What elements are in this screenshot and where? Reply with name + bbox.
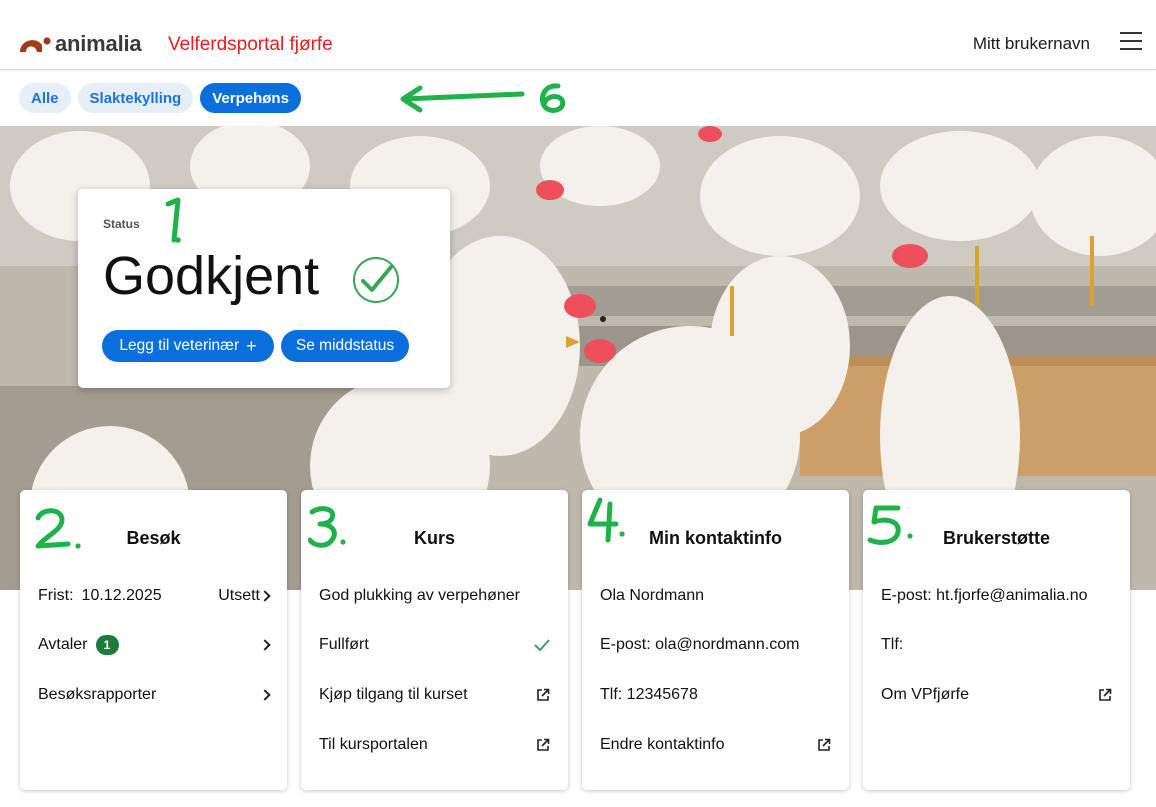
support-phone: Tlf: xyxy=(881,636,904,653)
external-link-icon xyxy=(537,738,550,751)
animalia-logo-icon xyxy=(20,37,51,52)
portal-title: Velferdsportal fjørfe xyxy=(168,34,333,55)
postpone-link[interactable]: Utsett xyxy=(218,587,271,605)
annotation-number-1 xyxy=(165,197,181,243)
contact-phone: Tlf: 12345678 xyxy=(600,686,698,703)
hamburger-icon[interactable] xyxy=(1120,32,1144,54)
add-veterinarian-label: Legg til veterinær xyxy=(119,337,240,354)
course-portal-row[interactable]: Til kursportalen xyxy=(319,733,550,757)
annotation-number-2 xyxy=(35,508,81,549)
buy-course-access-row[interactable]: Kjøp tilgang til kurset xyxy=(319,683,550,707)
appointments-label: Avtaler xyxy=(38,636,88,653)
approved-check-icon xyxy=(353,257,399,303)
deadline-row: Frist: 10.12.2025 Utsett xyxy=(38,584,271,608)
annotation-number-3 xyxy=(308,506,346,548)
about-vpfjorfe-row[interactable]: Om VPfjørfe xyxy=(881,683,1112,707)
buy-course-access-label: Kjøp tilgang til kurset xyxy=(319,686,468,703)
course-completed-label: Fullført xyxy=(319,636,369,653)
deadline-value: 10.12.2025 xyxy=(81,587,162,604)
category-filter: Alle Slaktekylling Verpehøns xyxy=(19,83,301,113)
chevron-right-icon xyxy=(259,590,271,602)
edit-contact-info-row[interactable]: Endre kontaktinfo xyxy=(600,733,831,757)
appointments-count-badge: 1 xyxy=(95,635,119,655)
filter-chip-verpehons[interactable]: Verpehøns xyxy=(200,83,301,113)
chevron-right-icon xyxy=(259,689,271,701)
annotation-number-4 xyxy=(587,497,625,543)
postpone-label: Utsett xyxy=(218,587,260,604)
course-status-row: Fullført xyxy=(319,633,550,657)
check-icon xyxy=(534,639,550,652)
chevron-right-icon xyxy=(259,639,271,651)
contact-email-row: E-post: ola@nordmann.com xyxy=(600,633,831,657)
about-vpfjorfe-label: Om VPfjørfe xyxy=(881,686,970,703)
appointments-row[interactable]: Avtaler 1 xyxy=(38,633,271,657)
support-email-row: E-post: ht.fjorfe@animalia.no xyxy=(881,584,1112,608)
status-label: Status xyxy=(103,217,140,231)
external-link-icon xyxy=(1099,688,1112,701)
support-phone-row: Tlf: xyxy=(881,633,1112,657)
deadline-label: Frist: xyxy=(38,587,74,604)
external-link-icon xyxy=(818,738,831,751)
plus-icon: + xyxy=(246,335,257,356)
course-portal-label: Til kursportalen xyxy=(319,736,428,753)
filter-chip-slaktekylling[interactable]: Slaktekylling xyxy=(77,83,194,113)
top-header: animalia Velferdsportal fjørfe Mitt bruk… xyxy=(0,0,1156,70)
external-link-icon xyxy=(537,688,550,701)
annotation-number-5 xyxy=(867,505,913,545)
contact-name: Ola Nordmann xyxy=(600,587,705,604)
contact-name-row: Ola Nordmann xyxy=(600,584,831,608)
mid-status-button[interactable]: Se middstatus xyxy=(281,330,409,362)
contact-email: E-post: ola@nordmann.com xyxy=(600,636,800,653)
filter-chip-alle[interactable]: Alle xyxy=(19,83,71,113)
support-email: E-post: ht.fjorfe@animalia.no xyxy=(881,587,1088,604)
username-link[interactable]: Mitt brukernavn xyxy=(973,34,1090,54)
logo-text: animalia xyxy=(55,31,142,56)
animalia-logo[interactable]: animalia xyxy=(18,31,142,57)
contact-phone-row: Tlf: 12345678 xyxy=(600,683,831,707)
visit-reports-label: Besøksrapporter xyxy=(38,686,157,703)
edit-contact-info-label: Endre kontaktinfo xyxy=(600,736,725,753)
status-value: Godkjent xyxy=(103,246,320,306)
annotation-arrow-6 xyxy=(400,83,566,113)
status-card: Status Godkjent Legg til veterinær + Se … xyxy=(78,189,450,388)
course-name: God plukking av verpehøner xyxy=(319,587,520,604)
visit-reports-row[interactable]: Besøksrapporter xyxy=(38,683,271,707)
add-veterinarian-button[interactable]: Legg til veterinær + xyxy=(102,330,274,362)
course-name-row: God plukking av verpehøner xyxy=(319,584,550,608)
